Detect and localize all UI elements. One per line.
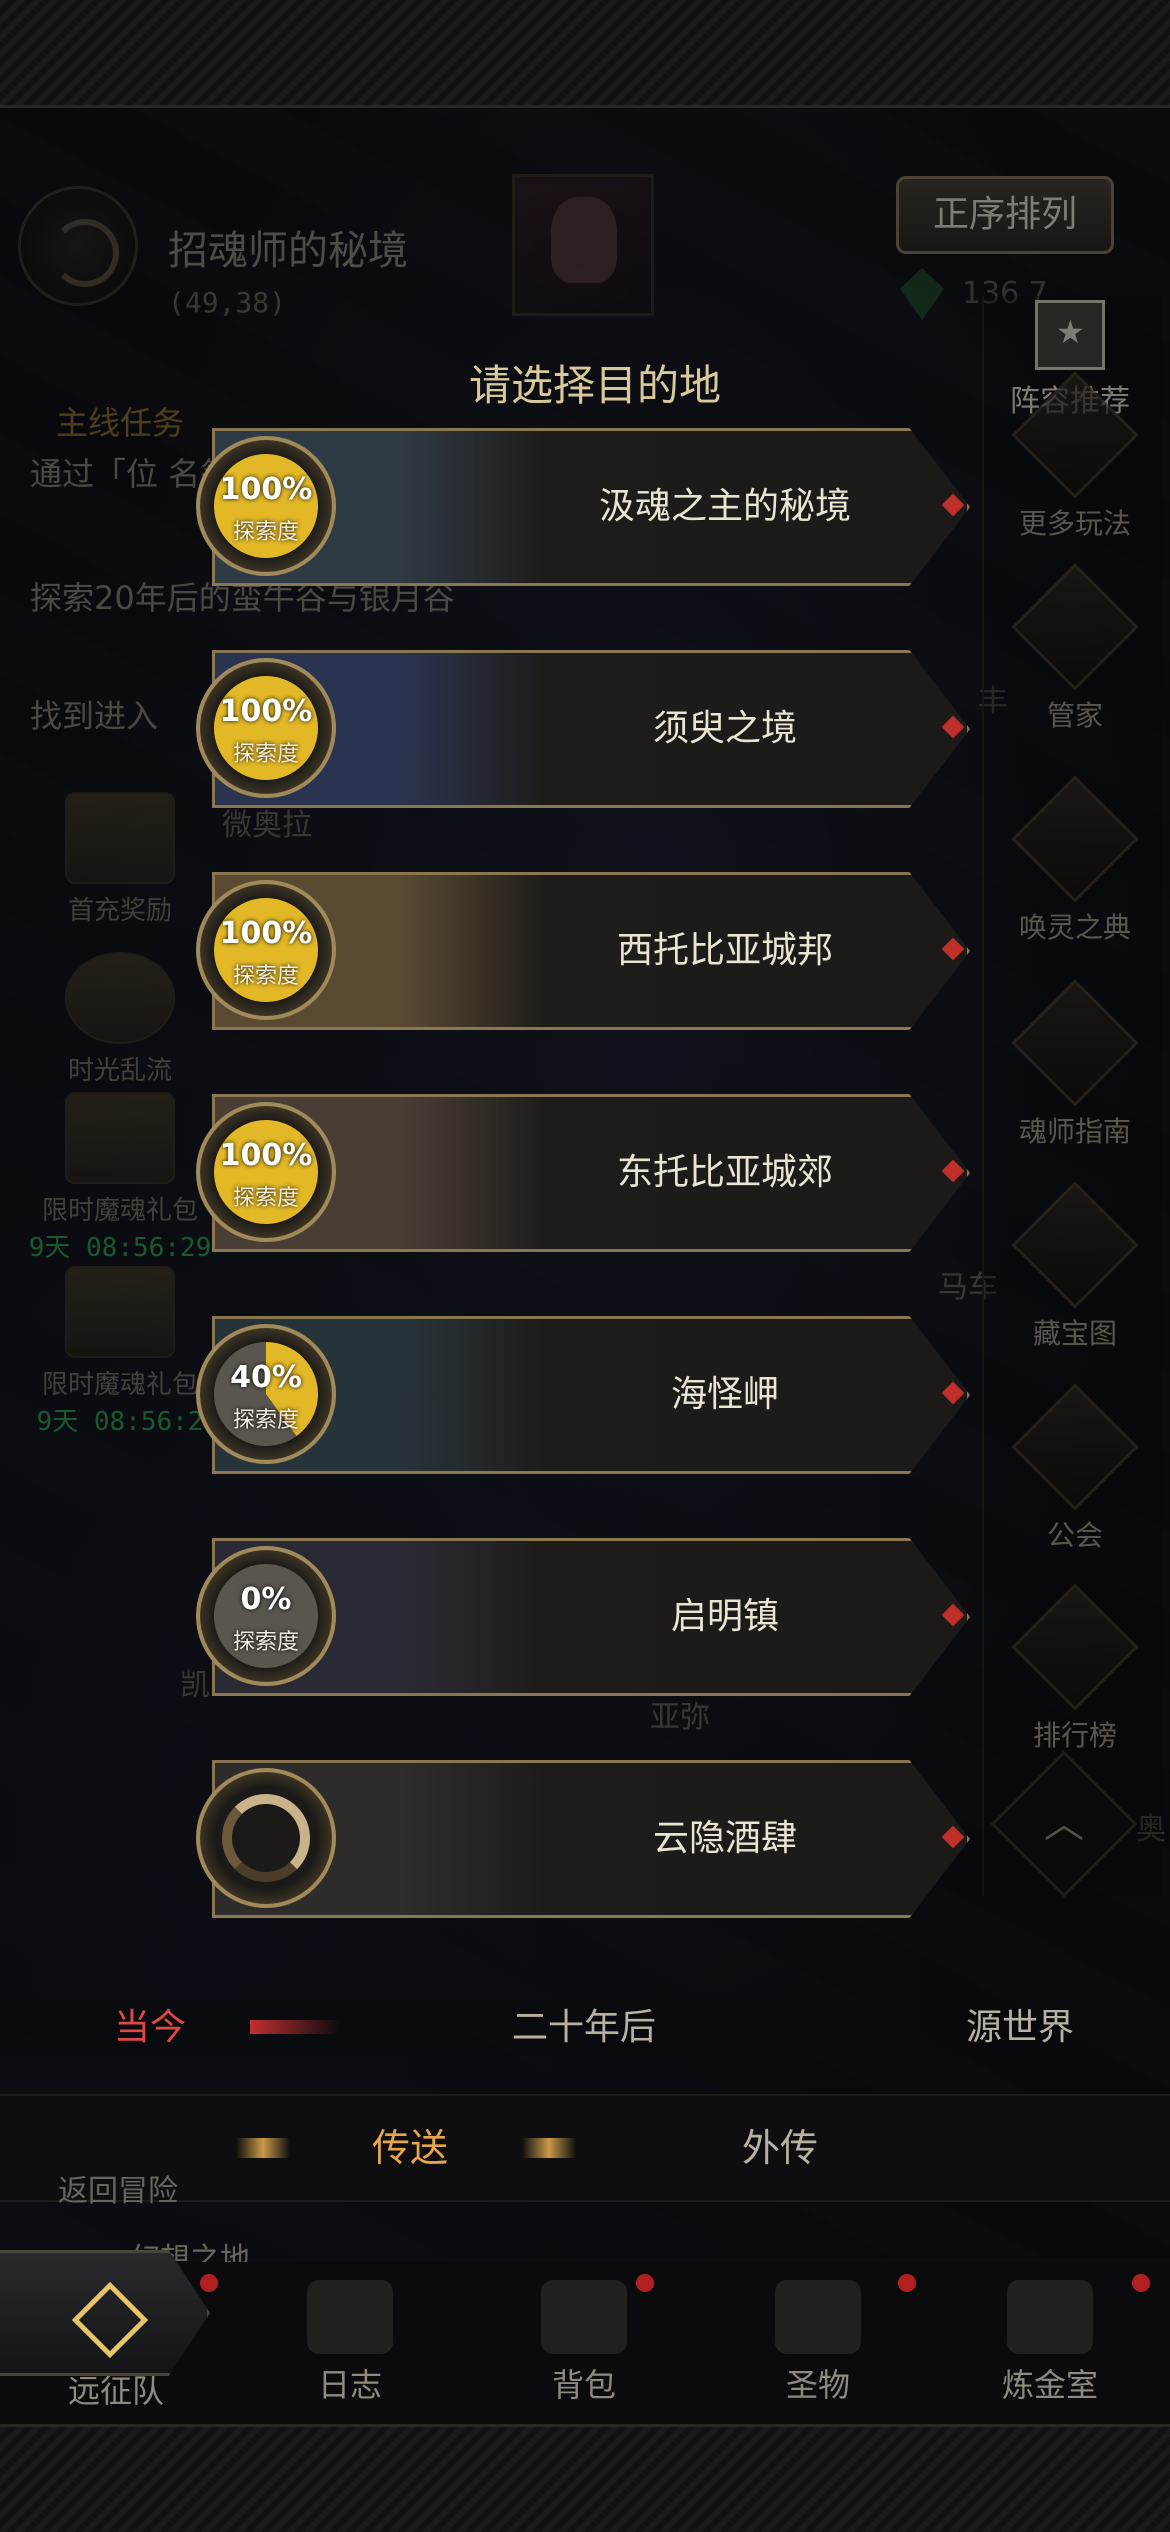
arrow-right-icon (941, 1825, 965, 1849)
active-tab-ornament (250, 2020, 340, 2034)
nav-alchemy[interactable]: 炼金室 (940, 2280, 1160, 2406)
relic-icon (775, 2280, 861, 2354)
arrow-right-icon (941, 1159, 965, 1183)
tab-side-story[interactable]: 外传 (680, 2118, 880, 2178)
exploration-label: 探索度 (232, 742, 299, 767)
nav-label: 圣物 (785, 2366, 850, 2404)
destination-name: 云隐酒肆 (652, 1818, 797, 1859)
destination-name: 海怪岬 (670, 1374, 779, 1415)
nav-label: 炼金室 (1001, 2366, 1098, 2404)
nav-journal[interactable]: 日志 (240, 2280, 460, 2406)
destination-name: 汲魂之主的秘境 (598, 486, 851, 527)
ornament-right-icon (522, 2138, 576, 2158)
exploration-label: 探索度 (232, 520, 299, 545)
exploration-label: 探索度 (232, 1186, 299, 1211)
destination-name: 东托比亚城郊 (616, 1152, 833, 1193)
top-frame (0, 0, 1170, 108)
notification-dot (1132, 2274, 1150, 2292)
arrow-right-icon (941, 1381, 965, 1405)
destination-name: 西托比亚城邦 (616, 930, 833, 971)
destination-name: 启明镇 (670, 1596, 779, 1637)
modal-title: 请选择目的地 (468, 361, 721, 410)
arrow-right-icon (941, 715, 965, 739)
nav-label: 背包 (551, 2366, 616, 2404)
exploration-badge: 100% 探索度 (196, 880, 336, 1020)
exploration-badge: 100% 探索度 (196, 658, 336, 798)
era-tab-origin[interactable]: 源世界 (910, 2000, 1130, 2056)
exploration-percent: 100% (219, 694, 313, 729)
arrow-right-icon (941, 937, 965, 961)
exploration-badge: 100% 探索度 (196, 436, 336, 576)
exploration-label: 探索度 (232, 1630, 299, 1655)
notification-dot (636, 2274, 654, 2292)
notification-dot (898, 2274, 916, 2292)
destination-name: 须臾之境 (652, 708, 797, 749)
era-tab-current[interactable]: 当今 (40, 2000, 260, 2056)
backpack-icon (541, 2280, 627, 2354)
alchemy-icon (1007, 2280, 1093, 2354)
nav-relics[interactable]: 圣物 (708, 2280, 928, 2406)
arrow-right-icon (941, 493, 965, 517)
exploration-percent: 100% (219, 472, 313, 507)
exploration-percent: 100% (219, 1138, 313, 1173)
nav-backpack[interactable]: 背包 (474, 2280, 694, 2406)
exploration-badge: 100% 探索度 (196, 1102, 336, 1242)
exploration-percent: 0% (240, 1582, 292, 1617)
exploration-label: 探索度 (232, 1408, 299, 1433)
notification-dot (200, 2274, 218, 2292)
era-tab-twenty-years[interactable]: 二十年后 (474, 2000, 694, 2056)
arrow-right-icon (941, 1603, 965, 1627)
exploration-badge (196, 1768, 336, 1908)
return-to-adventure-label[interactable]: 返回冒险 (58, 2166, 178, 2210)
exploration-badge: 0% 探索度 (196, 1546, 336, 1686)
spiral-emblem-icon (222, 1794, 310, 1882)
nav-label: 日志 (317, 2366, 382, 2404)
bottom-frame (0, 2424, 1170, 2532)
ornament-left-icon (236, 2138, 290, 2158)
tab-teleport[interactable]: 传送 (310, 2118, 510, 2178)
journal-icon (307, 2280, 393, 2354)
expedition-button[interactable] (0, 2250, 210, 2376)
exploration-badge: 40% 探索度 (196, 1324, 336, 1464)
exploration-label: 探索度 (232, 964, 299, 989)
exploration-percent: 100% (219, 916, 313, 951)
exploration-percent: 40% (230, 1360, 302, 1395)
